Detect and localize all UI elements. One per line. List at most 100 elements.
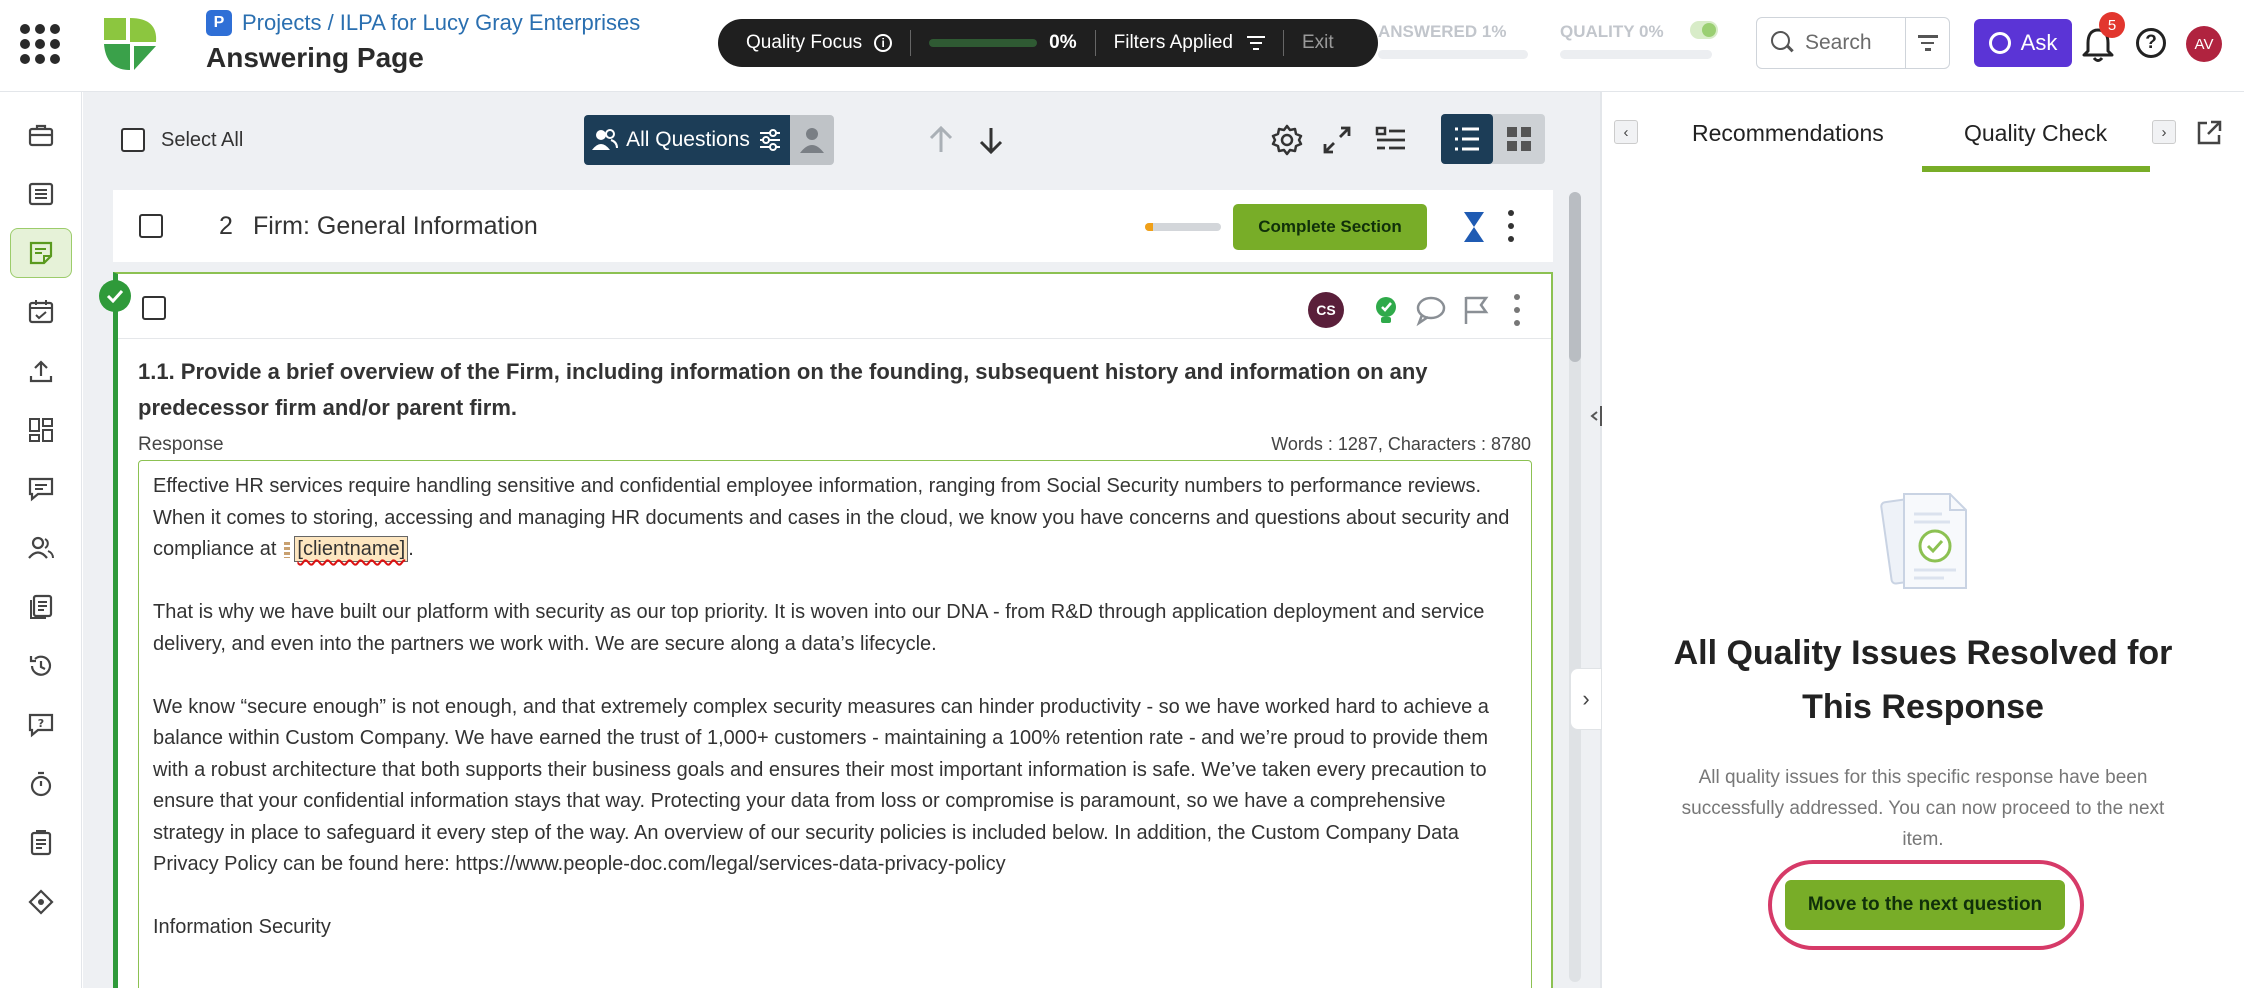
search-box (1756, 17, 1950, 69)
expand-icon[interactable] (1317, 120, 1357, 160)
next-question-button[interactable]: Move to the next question (1785, 880, 2065, 930)
all-questions-button[interactable]: All Questions (584, 115, 790, 165)
ai-spark-icon (1988, 32, 2011, 54)
nav-clipboard[interactable] (10, 818, 72, 868)
select-all-checkbox[interactable] (121, 128, 145, 152)
filters-applied-button[interactable]: Filters Applied (1114, 32, 1233, 54)
brand-logo[interactable] (100, 14, 160, 74)
right-panel-tabs: ‹ Recommendations Quality Check › (1602, 92, 2244, 178)
divider (118, 338, 1551, 339)
search-input[interactable] (1805, 31, 1905, 55)
nav-questions[interactable]: ? (10, 700, 72, 750)
completed-check-icon (99, 280, 131, 312)
right-panel: ‹ Recommendations Quality Check › All Qu… (1602, 92, 2244, 988)
assignee-avatar[interactable]: CS (1308, 292, 1344, 328)
nav-integrations[interactable] (10, 877, 72, 927)
breadcrumb-text[interactable]: Projects / ILPA for Lucy Gray Enterprise… (242, 10, 640, 36)
main-scrollbar[interactable] (1569, 192, 1581, 982)
main-content: Select All All Questions 2 Firm: General… (83, 92, 1600, 988)
question-checkbox[interactable] (142, 296, 166, 320)
nav-projects[interactable] (10, 110, 72, 160)
quality-focus-progress (929, 39, 1038, 47)
users-icon (28, 536, 54, 559)
resolved-description: All quality issues for this specific res… (1681, 767, 2165, 850)
dashboard-icon (29, 418, 53, 442)
top-bar: P Projects / ILPA for Lucy Gray Enterpri… (0, 0, 2244, 92)
ask-button[interactable]: Ask (1974, 19, 2072, 67)
nav-dashboard[interactable] (10, 405, 72, 455)
section-number: 2 (219, 212, 233, 240)
scrollbar-thumb[interactable] (1569, 192, 1581, 362)
section-checkbox[interactable] (139, 214, 163, 238)
list-view-button[interactable] (1441, 114, 1493, 164)
nav-chat[interactable] (10, 464, 72, 514)
nav-users[interactable] (10, 523, 72, 573)
notification-badge[interactable]: 5 (2099, 12, 2125, 38)
timer-icon (30, 771, 52, 797)
outline-view-icon[interactable] (1371, 120, 1411, 160)
quality-focus-bar: Quality Focus i 0% Filters Applied Exit (718, 19, 1378, 67)
chevron-left-icon[interactable]: ‹ (1614, 120, 1638, 144)
answered-label: ANSWERED 1% (1378, 22, 1507, 41)
divider (1094, 30, 1096, 56)
idea-bulb-icon[interactable] (1368, 292, 1404, 328)
section-progress-fill (1145, 223, 1153, 231)
help-icon[interactable]: ? (2136, 28, 2166, 58)
nav-timer[interactable] (10, 759, 72, 809)
breadcrumb[interactable]: P Projects / ILPA for Lucy Gray Enterpri… (206, 10, 640, 36)
exit-button[interactable]: Exit (1302, 32, 1334, 54)
response-paragraph: Information Security (153, 916, 331, 938)
expand-panel-chevron-icon[interactable]: › (1570, 668, 1602, 730)
grid-view-icon[interactable] (1493, 114, 1545, 164)
flag-icon[interactable] (1458, 292, 1494, 328)
app-launcher-icon[interactable] (20, 24, 60, 64)
hourglass-icon[interactable] (1461, 210, 1487, 244)
info-icon[interactable]: i (874, 34, 893, 52)
nav-documents[interactable] (10, 582, 72, 632)
svg-text:?: ? (38, 717, 44, 730)
question-more-icon[interactable] (1513, 294, 1521, 326)
chevron-right-icon[interactable]: › (2152, 120, 2176, 144)
gear-icon[interactable] (1267, 120, 1307, 160)
users-icon (592, 129, 619, 150)
section-progress (1145, 223, 1221, 231)
drag-handle-icon[interactable] (284, 541, 291, 558)
documents-icon (30, 594, 53, 619)
response-paragraph: Effective HR services require handling s… (153, 471, 1517, 566)
nav-history[interactable] (10, 641, 72, 691)
merge-tag[interactable]: [clientname] (294, 536, 409, 562)
ask-label: Ask (2020, 30, 2058, 55)
search-icon (1771, 31, 1795, 55)
quality-toggle[interactable] (1690, 21, 1718, 39)
nav-upload[interactable] (10, 346, 72, 396)
question-toolbar: Select All All Questions (83, 92, 1600, 184)
tab-quality-check[interactable]: Quality Check (1964, 120, 2107, 147)
list-icon (28, 182, 54, 206)
select-all[interactable]: Select All (121, 128, 243, 152)
section-title[interactable]: Firm: General Information (253, 212, 538, 241)
open-external-icon[interactable] (2194, 118, 2224, 148)
nav-answering[interactable] (10, 228, 72, 278)
section-more-icon[interactable] (1507, 210, 1515, 242)
user-avatar[interactable]: AV (2186, 26, 2222, 62)
filter-icon[interactable] (1246, 36, 1265, 50)
section-header: 2 Firm: General Information Complete Sec… (113, 190, 1553, 262)
quality-label: QUALITY 0% (1560, 22, 1664, 41)
clipboard-icon (30, 830, 52, 856)
comment-icon[interactable] (1413, 292, 1449, 328)
view-toggle (1441, 114, 1545, 164)
question-chat-icon: ? (28, 713, 54, 738)
search-filter-icon[interactable] (1906, 35, 1949, 51)
my-questions-button[interactable] (790, 115, 834, 165)
page-title: Answering Page (206, 42, 424, 73)
answered-progress (1378, 50, 1528, 59)
arrow-up-icon[interactable] (923, 122, 959, 158)
complete-section-button[interactable]: Complete Section (1233, 204, 1427, 250)
chat-icon (28, 477, 54, 502)
answer-note-icon (29, 241, 53, 265)
response-editor[interactable]: Effective HR services require handling s… (138, 460, 1532, 988)
tab-recommendations[interactable]: Recommendations (1692, 120, 1884, 147)
arrow-down-icon[interactable] (973, 122, 1009, 158)
nav-tasks[interactable] (10, 287, 72, 337)
nav-list[interactable] (10, 169, 72, 219)
